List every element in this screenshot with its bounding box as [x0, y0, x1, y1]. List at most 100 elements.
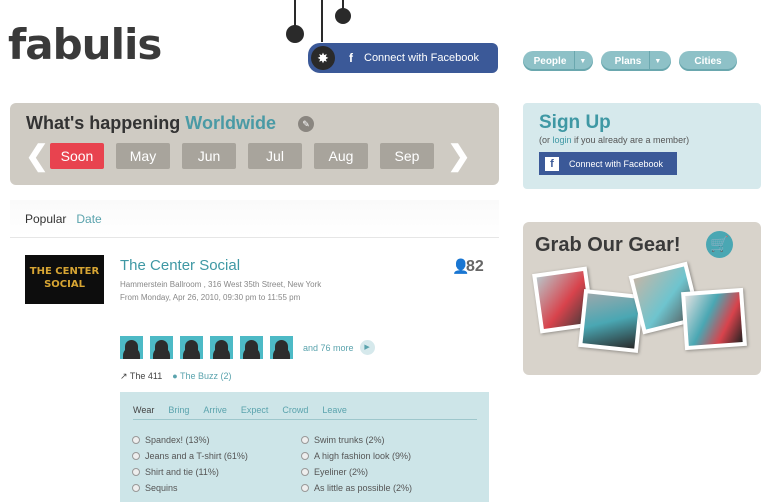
connect-with-facebook-header-button[interactable]: f Connect with Facebook — [308, 43, 498, 73]
chevron-down-icon[interactable]: ▼ — [649, 51, 665, 71]
snowflake-icon: ✸ — [311, 46, 335, 70]
nav-plans[interactable]: Plans ▼ — [601, 51, 671, 71]
nav-people-label: People — [533, 55, 567, 67]
more-attendees-link[interactable]: and 76 more — [303, 343, 354, 353]
facebook-icon: f — [545, 156, 559, 171]
wear-option-label: Eyeliner (2%) — [314, 467, 369, 477]
event-thumbnail[interactable]: THE CENTER SOCIAL — [25, 255, 104, 304]
wear-option-label: As little as possible (2%) — [314, 483, 413, 493]
radio-button[interactable] — [301, 436, 309, 444]
nav-cities-label: Cities — [694, 55, 722, 67]
event-thumbnail-text-2: SOCIAL — [44, 279, 85, 290]
tab-crowd[interactable]: Crowd — [282, 405, 308, 415]
what-to-wear-panel: Wear Bring Arrive Expect Crowd Leave Spa… — [120, 392, 489, 502]
wear-option[interactable]: Swim trunks (2%) — [301, 435, 385, 445]
wear-option[interactable]: Jeans and a T-shirt (61%) — [132, 451, 248, 461]
month-selector: ❮ Soon May Jun Jul Aug Sep ❯ — [24, 141, 472, 171]
wear-option-label: Jeans and a T-shirt (61%) — [145, 451, 248, 461]
avatar[interactable] — [210, 336, 233, 359]
attendee-count: 👤82 — [452, 258, 484, 276]
tab-leave[interactable]: Leave — [322, 405, 347, 415]
month-sep[interactable]: Sep — [380, 143, 434, 169]
wear-option[interactable]: Shirt and tie (11%) — [132, 467, 219, 477]
radio-button[interactable] — [301, 484, 309, 492]
month-soon[interactable]: Soon — [50, 143, 104, 169]
gear-promo-panel[interactable]: Grab Our Gear! 🛒 — [523, 222, 761, 375]
event-title-link[interactable]: The Center Social — [120, 257, 240, 274]
whats-happening-panel: What's happening Worldwide ✎ ❮ Soon May … — [10, 103, 499, 185]
tab-expect[interactable]: Expect — [241, 405, 269, 415]
feed-sort-tabs: Popular Date — [10, 200, 499, 238]
nav-people[interactable]: People ▼ — [523, 51, 593, 71]
connect-facebook-button-label: Connect with Facebook — [569, 158, 664, 169]
wear-option[interactable]: Spandex! (13%) — [132, 435, 210, 445]
wear-option[interactable]: Eyeliner (2%) — [301, 467, 368, 477]
wear-option-label: Shirt and tie (11%) — [145, 467, 219, 477]
radio-button[interactable] — [132, 484, 140, 492]
event-venue: Hammerstein Ballroom , 316 West 35th Str… — [120, 280, 322, 289]
divider — [133, 419, 477, 420]
avatar[interactable] — [150, 336, 173, 359]
wear-option-label: Spandex! (13%) — [145, 435, 210, 445]
gear-photo[interactable] — [681, 287, 747, 351]
month-jul[interactable]: Jul — [248, 143, 302, 169]
the-buzz-link[interactable]: ● The Buzz (2) — [172, 371, 231, 382]
tab-date[interactable]: Date — [76, 212, 101, 226]
chevron-down-icon[interactable]: ▼ — [574, 51, 590, 71]
wear-option[interactable]: As little as possible (2%) — [301, 483, 412, 493]
wear-tabs: Wear Bring Arrive Expect Crowd Leave — [133, 405, 361, 415]
event-thumbnail-text-1: THE CENTER — [29, 266, 100, 277]
speech-bubble-icon: ● — [172, 371, 178, 381]
wear-option[interactable]: Sequins — [132, 483, 178, 493]
radio-button[interactable] — [132, 436, 140, 444]
gear-title: Grab Our Gear! — [535, 234, 681, 256]
month-aug[interactable]: Aug — [314, 143, 368, 169]
radio-button[interactable] — [132, 468, 140, 476]
shopping-cart-icon[interactable]: 🛒 — [706, 231, 733, 258]
person-icon: 👤 — [452, 258, 470, 274]
nav-plans-label: Plans — [614, 55, 642, 67]
avatar[interactable] — [240, 336, 263, 359]
sign-up-sub-suffix: if you already are a member) — [571, 135, 690, 145]
location-link[interactable]: Worldwide — [185, 113, 276, 133]
attendee-avatars: and 76 more ▶ — [120, 336, 375, 359]
nav-cities[interactable]: Cities — [679, 51, 737, 71]
avatar[interactable] — [270, 336, 293, 359]
connect-facebook-label: Connect with Facebook — [364, 52, 479, 64]
the-buzz-label: The Buzz (2) — [180, 371, 232, 381]
radio-button[interactable] — [132, 452, 140, 460]
sign-up-panel: Sign Up (or login if you already are a m… — [523, 103, 761, 189]
the-411-link[interactable]: ↗ The 411 — [120, 371, 162, 382]
tab-bring[interactable]: Bring — [168, 405, 189, 415]
next-arrow-icon[interactable]: ❯ — [446, 141, 472, 171]
fabulis-logo[interactable]: fabulis — [8, 20, 162, 69]
the-411-label: The 411 — [129, 371, 163, 381]
sign-up-subtitle: (or login if you already are a member) — [539, 135, 689, 145]
wear-option-label: A high fashion look (9%) — [314, 451, 412, 461]
login-link[interactable]: login — [553, 135, 572, 145]
month-may[interactable]: May — [116, 143, 170, 169]
wear-option-label: Sequins — [145, 483, 178, 493]
radio-button[interactable] — [301, 468, 309, 476]
avatar[interactable] — [180, 336, 203, 359]
tab-popular[interactable]: Popular — [25, 212, 66, 226]
sign-up-title: Sign Up — [539, 112, 611, 133]
tab-wear[interactable]: Wear — [133, 405, 154, 415]
tab-arrive[interactable]: Arrive — [203, 405, 227, 415]
connect-with-facebook-button[interactable]: f Connect with Facebook — [539, 152, 677, 175]
edit-location-icon[interactable]: ✎ — [298, 116, 314, 132]
sign-up-sub-prefix: (or — [539, 135, 553, 145]
avatar[interactable] — [120, 336, 143, 359]
play-arrow-icon[interactable]: ▶ — [359, 340, 375, 355]
prev-arrow-icon[interactable]: ❮ — [24, 141, 50, 171]
event-links: ↗ The 411 ● The Buzz (2) — [120, 371, 232, 382]
facebook-icon: f — [349, 51, 353, 65]
happening-heading: What's happening Worldwide — [26, 113, 276, 134]
event-time: From Monday, Apr 26, 2010, 09:30 pm to 1… — [120, 293, 301, 302]
wear-option-label: Swim trunks (2%) — [314, 435, 385, 445]
radio-button[interactable] — [301, 452, 309, 460]
wear-option[interactable]: A high fashion look (9%) — [301, 451, 411, 461]
trend-icon: ↗ — [120, 371, 128, 381]
month-jun[interactable]: Jun — [182, 143, 236, 169]
happening-title: What's happening — [26, 113, 181, 133]
